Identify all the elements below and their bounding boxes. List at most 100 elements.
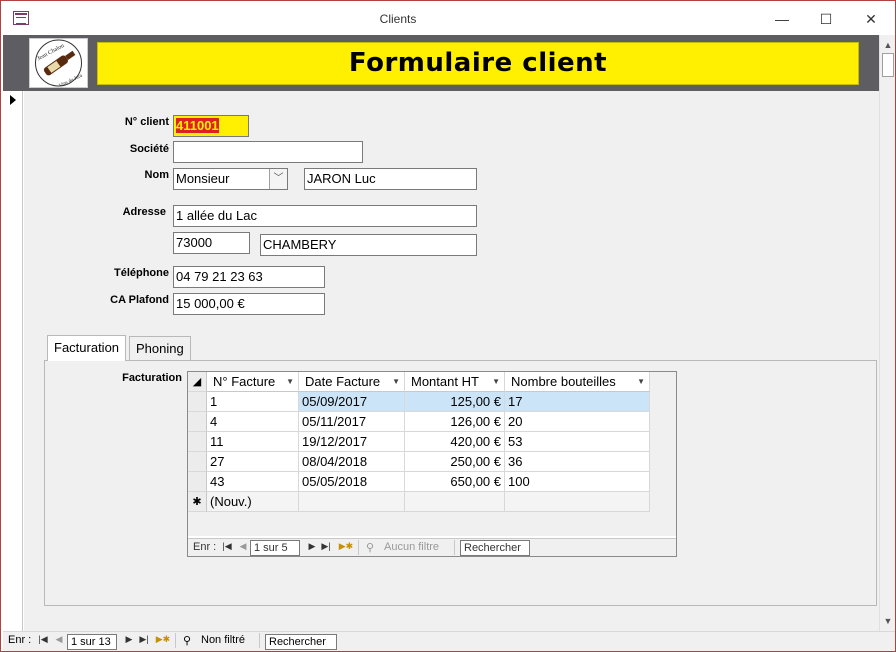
civilite-combo[interactable]: Monsieur ﹀ bbox=[173, 168, 288, 190]
access-window: Clients — ☐ ✕ Jean Chalon Vins du Jura F… bbox=[0, 0, 896, 652]
current-record-arrow-icon bbox=[10, 95, 16, 105]
cell-no-facture[interactable]: 43 bbox=[207, 472, 299, 492]
scroll-up-icon[interactable]: ▲ bbox=[880, 37, 896, 53]
next-record-icon[interactable]: ▶ bbox=[306, 541, 318, 552]
last-record-icon[interactable]: ▶| bbox=[138, 634, 150, 645]
facturation-label: Facturation bbox=[122, 372, 182, 384]
row-selector[interactable] bbox=[188, 412, 207, 432]
cell-date-facture[interactable]: 05/05/2018 bbox=[299, 472, 405, 492]
filter-icon: ⚲ bbox=[183, 635, 192, 647]
ca-plafond-label: CA Plafond bbox=[110, 294, 169, 306]
new-record-nav-icon[interactable]: ▶✱ bbox=[338, 541, 354, 552]
minimize-button[interactable]: — bbox=[767, 7, 797, 31]
tab-facturation[interactable]: Facturation bbox=[47, 335, 127, 361]
cell-nombre-bouteilles[interactable]: 53 bbox=[505, 432, 650, 452]
cell-no-facture-new[interactable]: (Nouv.) bbox=[207, 492, 299, 512]
previous-record-icon[interactable]: ◀ bbox=[237, 541, 249, 552]
nav-divider bbox=[175, 633, 176, 648]
maximize-button[interactable]: ☐ bbox=[811, 7, 841, 31]
nav-divider bbox=[454, 540, 455, 555]
close-button[interactable]: ✕ bbox=[856, 7, 886, 31]
first-record-icon[interactable]: |◀ bbox=[37, 634, 49, 645]
cell-date-facture[interactable]: 05/09/2017 bbox=[299, 392, 405, 412]
cell-nombre-bouteilles[interactable]: 17 bbox=[505, 392, 650, 412]
table-row[interactable]: 1 05/09/2017 125,00 € 17 bbox=[188, 392, 650, 412]
societe-label: Société bbox=[129, 143, 169, 155]
previous-record-icon[interactable]: ◀ bbox=[53, 634, 65, 645]
nav-divider bbox=[358, 540, 359, 555]
scroll-down-icon[interactable]: ▼ bbox=[880, 613, 896, 629]
cell-montant-ht[interactable]: 126,00 € bbox=[405, 412, 505, 432]
table-row[interactable]: 11 19/12/2017 420,00 € 53 bbox=[188, 432, 650, 452]
table-row[interactable]: 43 05/05/2018 650,00 € 100 bbox=[188, 472, 650, 492]
client-no-value: 411001 bbox=[176, 118, 219, 133]
cell-nombre-bouteilles[interactable]: 100 bbox=[505, 472, 650, 492]
new-record-icon: ✱ bbox=[188, 492, 207, 512]
adresse-line1-field[interactable]: 1 allée du Lac bbox=[173, 205, 477, 227]
subform-filter-status[interactable]: Aucun filtre bbox=[384, 541, 439, 553]
chevron-down-icon[interactable]: ▼ bbox=[637, 372, 645, 391]
row-selector[interactable] bbox=[188, 452, 207, 472]
cell-nombre-bouteilles-new[interactable] bbox=[505, 492, 650, 512]
record-label: Enr : bbox=[8, 634, 32, 646]
col-header-montant-ht[interactable]: Montant HT ▼ bbox=[405, 372, 505, 392]
telephone-field[interactable]: 04 79 21 23 63 bbox=[173, 266, 325, 288]
code-postal-field[interactable]: 73000 bbox=[173, 232, 250, 254]
filter-status[interactable]: Non filtré bbox=[201, 634, 245, 646]
vertical-scrollbar[interactable]: ▲ ▼ bbox=[879, 35, 895, 631]
table-row[interactable]: 27 08/04/2018 250,00 € 36 bbox=[188, 452, 650, 472]
cell-date-facture[interactable]: 05/11/2017 bbox=[299, 412, 405, 432]
chevron-down-icon[interactable]: ▼ bbox=[392, 372, 400, 391]
cell-montant-ht[interactable]: 420,00 € bbox=[405, 432, 505, 452]
cell-no-facture[interactable]: 27 bbox=[207, 452, 299, 472]
table-header-row: ◢ N° Facture ▼ Date Facture ▼ Montant HT ▼ … bbox=[188, 372, 650, 392]
col-header-date-facture[interactable]: Date Facture ▼ bbox=[299, 372, 405, 392]
tab-phoning[interactable]: Phoning bbox=[129, 336, 191, 361]
cell-date-facture[interactable]: 19/12/2017 bbox=[299, 432, 405, 452]
facturation-subform: ◢ N° Facture ▼ Date Facture ▼ Montant HT ▼ … bbox=[187, 371, 677, 557]
client-no-label: N° client bbox=[124, 116, 169, 128]
select-all-corner[interactable]: ◢ bbox=[188, 372, 207, 392]
client-no-field[interactable]: 411001 bbox=[173, 115, 249, 137]
ville-field[interactable]: CHAMBERY bbox=[260, 234, 477, 256]
row-selector[interactable] bbox=[188, 472, 207, 492]
cell-montant-ht[interactable]: 250,00 € bbox=[405, 452, 505, 472]
title-bar: Clients — ☐ ✕ bbox=[1, 1, 895, 35]
new-record-row[interactable]: ✱ (Nouv.) bbox=[188, 492, 650, 512]
col-header-nombre-bouteilles[interactable]: Nombre bouteilles ▼ bbox=[505, 372, 650, 392]
subform-search-input[interactable]: Rechercher bbox=[460, 540, 530, 556]
chevron-down-icon[interactable]: ﹀ bbox=[269, 169, 287, 189]
subform-record-position[interactable]: 1 sur 5 bbox=[250, 540, 300, 556]
cell-montant-ht-new[interactable] bbox=[405, 492, 505, 512]
cell-date-facture[interactable]: 08/04/2018 bbox=[299, 452, 405, 472]
cell-nombre-bouteilles[interactable]: 20 bbox=[505, 412, 650, 432]
last-record-icon[interactable]: ▶| bbox=[320, 541, 332, 552]
societe-field[interactable] bbox=[173, 141, 363, 163]
form-title-banner: Formulaire client bbox=[97, 42, 859, 85]
ca-plafond-field[interactable]: 15 000,00 € bbox=[173, 293, 325, 315]
cell-no-facture[interactable]: 4 bbox=[207, 412, 299, 432]
next-record-icon[interactable]: ▶ bbox=[123, 634, 135, 645]
nom-field[interactable]: JARON Luc bbox=[304, 168, 477, 190]
search-input[interactable]: Rechercher bbox=[265, 634, 337, 650]
chevron-down-icon[interactable]: ▼ bbox=[286, 372, 294, 391]
table-row[interactable]: 4 05/11/2017 126,00 € 20 bbox=[188, 412, 650, 432]
chevron-down-icon[interactable]: ▼ bbox=[492, 372, 500, 391]
cell-no-facture[interactable]: 11 bbox=[207, 432, 299, 452]
row-selector[interactable] bbox=[188, 432, 207, 452]
cell-no-facture[interactable]: 1 bbox=[207, 392, 299, 412]
new-record-nav-icon[interactable]: ▶✱ bbox=[155, 634, 171, 645]
col-header-label: Montant HT bbox=[411, 374, 479, 389]
col-header-label: Date Facture bbox=[305, 374, 381, 389]
col-header-no-facture[interactable]: N° Facture ▼ bbox=[207, 372, 299, 392]
cell-montant-ht[interactable]: 125,00 € bbox=[405, 392, 505, 412]
cell-montant-ht[interactable]: 650,00 € bbox=[405, 472, 505, 492]
scroll-thumb[interactable] bbox=[882, 53, 894, 77]
row-selector[interactable] bbox=[188, 392, 207, 412]
record-position[interactable]: 1 sur 13 bbox=[67, 634, 117, 650]
invoice-datasheet: ◢ N° Facture ▼ Date Facture ▼ Montant HT ▼ … bbox=[188, 372, 676, 536]
cell-nombre-bouteilles[interactable]: 36 bbox=[505, 452, 650, 472]
cell-date-facture-new[interactable] bbox=[299, 492, 405, 512]
first-record-icon[interactable]: |◀ bbox=[221, 541, 233, 552]
record-selector[interactable] bbox=[3, 91, 23, 631]
